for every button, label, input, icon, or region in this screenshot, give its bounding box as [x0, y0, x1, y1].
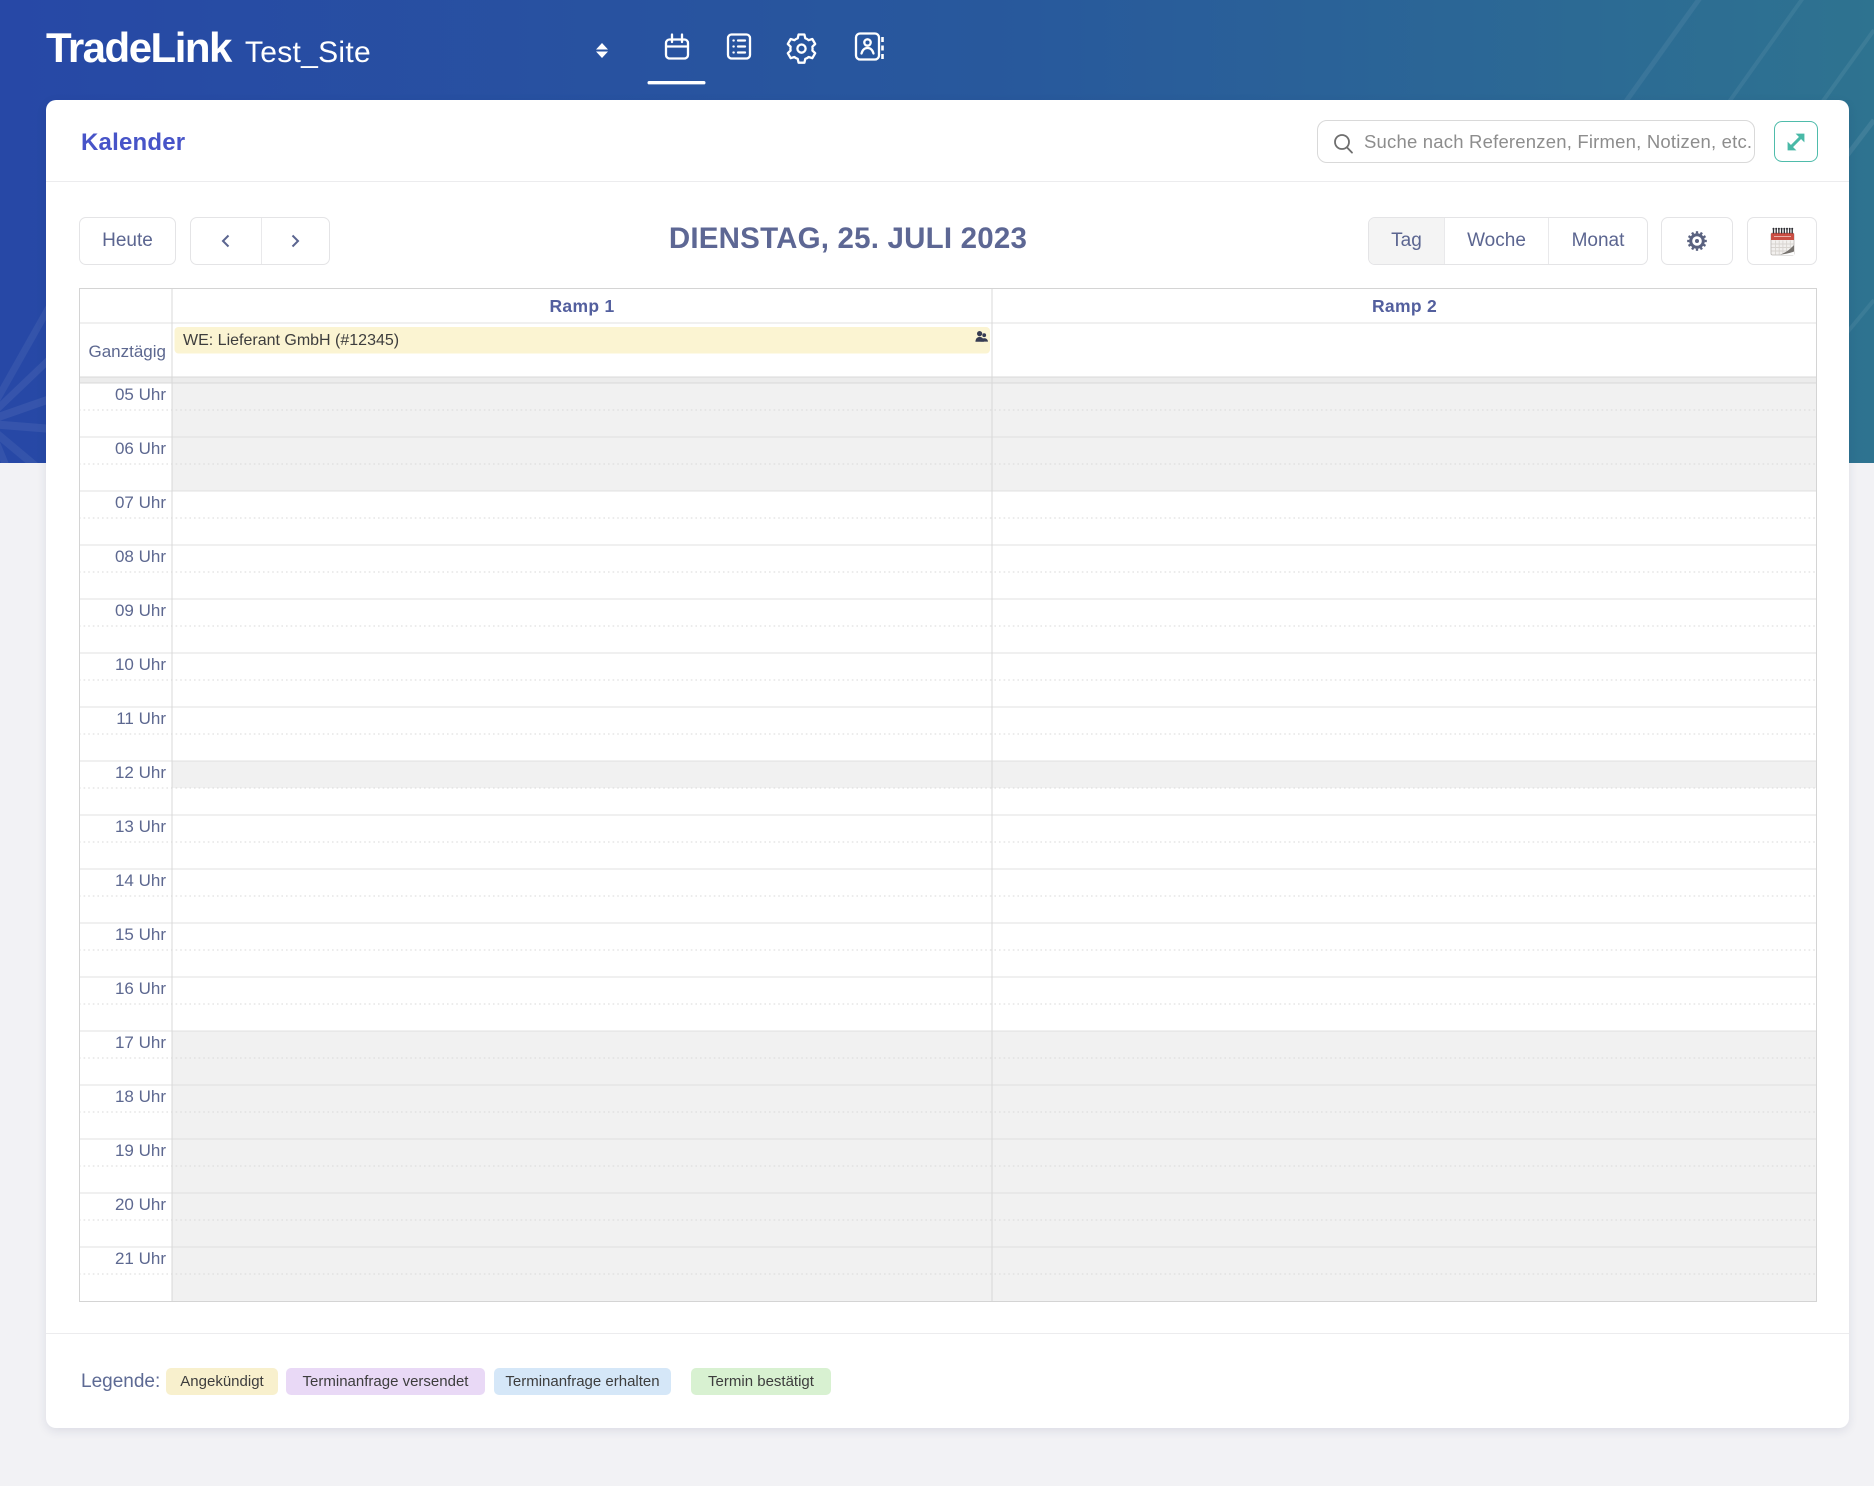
svg-text:10 Uhr: 10 Uhr — [115, 655, 166, 674]
svg-text:Ramp 1: Ramp 1 — [549, 296, 614, 316]
svg-text:06 Uhr: 06 Uhr — [115, 439, 166, 458]
svg-text:17 Uhr: 17 Uhr — [115, 1033, 166, 1052]
svg-text:14 Uhr: 14 Uhr — [115, 871, 166, 890]
svg-text:Ramp 2: Ramp 2 — [1372, 296, 1437, 316]
svg-text:12 Uhr: 12 Uhr — [115, 763, 166, 782]
svg-text:Ganztägig: Ganztägig — [89, 342, 167, 361]
svg-text:13 Uhr: 13 Uhr — [115, 817, 166, 836]
svg-text:05 Uhr: 05 Uhr — [115, 385, 166, 404]
svg-text:11 Uhr: 11 Uhr — [116, 709, 166, 728]
svg-text:08 Uhr: 08 Uhr — [115, 547, 166, 566]
svg-text:15 Uhr: 15 Uhr — [115, 925, 166, 944]
svg-text:20 Uhr: 20 Uhr — [115, 1195, 166, 1214]
svg-text:WE: Lieferant GmbH (#12345): WE: Lieferant GmbH (#12345) — [183, 332, 399, 349]
svg-text:07 Uhr: 07 Uhr — [115, 493, 166, 512]
svg-text:19 Uhr: 19 Uhr — [115, 1141, 166, 1160]
svg-text:09 Uhr: 09 Uhr — [115, 601, 166, 620]
svg-text:16 Uhr: 16 Uhr — [115, 979, 166, 998]
svg-text:21 Uhr: 21 Uhr — [115, 1249, 166, 1268]
svg-text:18 Uhr: 18 Uhr — [115, 1087, 166, 1106]
